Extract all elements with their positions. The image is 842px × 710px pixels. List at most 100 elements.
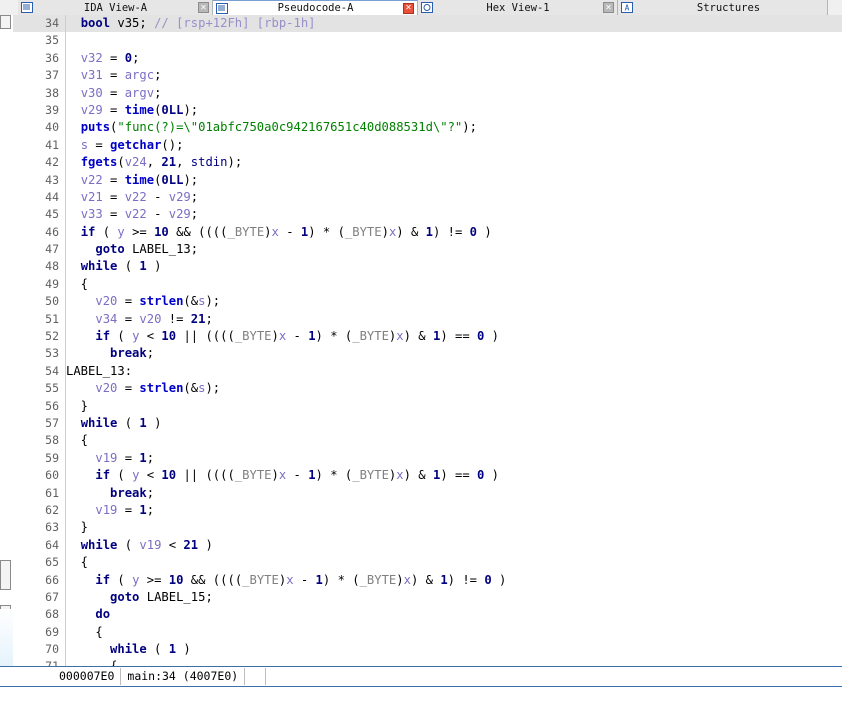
code-line[interactable]: if ( y < 10 || ((((_BYTE)x - 1) * (_BYTE… xyxy=(66,467,842,484)
code-line[interactable]: } xyxy=(66,398,842,415)
code-token: 1 xyxy=(139,415,147,430)
pseudocode-editor[interactable]: 34 35 36 37 38 39 40 41 42 43 44 45 46 47 48 49 50 51 52 53… xyxy=(13,15,842,676)
code-line[interactable]: v31 = argc; xyxy=(66,67,842,84)
code-token: v22 xyxy=(80,172,103,187)
tab-label: IDA View-A xyxy=(83,1,148,14)
code-line[interactable]: v19 = 1; xyxy=(66,450,842,467)
code-token: = xyxy=(117,450,140,465)
code-token: 1 xyxy=(315,572,323,587)
code-line[interactable]: v30 = argv; xyxy=(66,85,842,102)
close-icon[interactable]: ✕ xyxy=(603,2,614,13)
code-token: v19 xyxy=(139,537,162,552)
code-line[interactable]: while ( v19 < 21 ) xyxy=(66,537,842,554)
code-line[interactable]: goto LABEL_13; xyxy=(66,241,842,258)
hex-icon xyxy=(421,2,433,13)
code-line[interactable]: v34 = v20 != 21; xyxy=(66,311,842,328)
code-token: x xyxy=(286,572,294,587)
line-number: 39 xyxy=(45,102,59,117)
code-line[interactable]: if ( y >= 10 && ((((_BYTE)x - 1) * (_BYT… xyxy=(66,224,842,241)
code-line[interactable]: LABEL_13: xyxy=(66,363,842,380)
code-token: v29 xyxy=(168,189,191,204)
code-token: ) & xyxy=(410,572,441,587)
code-token: , xyxy=(146,155,162,170)
code-token: 1 xyxy=(440,572,448,587)
code-line[interactable]: { xyxy=(66,432,842,449)
line-number-gutter: 34 35 36 37 38 39 40 41 42 43 44 45 46 47 48 49 50 51 52 53… xyxy=(13,15,66,676)
code-token: _BYTE xyxy=(352,468,389,483)
code-line[interactable]: } xyxy=(66,519,842,536)
left-navigator-strip[interactable] xyxy=(0,15,14,687)
code-area[interactable]: bool v35; // [rsp+12Fh] [rbp-1h] v32 = 0… xyxy=(66,15,842,676)
code-line[interactable]: while ( 1 ) xyxy=(66,415,842,432)
code-line[interactable]: v20 = strlen(&s); xyxy=(66,380,842,397)
code-line[interactable]: if ( y >= 10 && ((((_BYTE)x - 1) * (_BYT… xyxy=(66,572,842,589)
code-line[interactable]: v33 = v22 - v29; xyxy=(66,206,842,223)
code-token: x xyxy=(403,572,411,587)
code-line[interactable] xyxy=(66,32,842,49)
code-token: v22 xyxy=(124,207,147,222)
code-token: = xyxy=(102,207,125,222)
code-token: x xyxy=(271,224,279,239)
code-line[interactable]: while ( 1 ) xyxy=(66,258,842,275)
code-token: while xyxy=(110,642,147,657)
status-bar-lead xyxy=(0,667,53,686)
code-line[interactable]: { xyxy=(66,624,842,641)
code-line[interactable]: v20 = strlen(&s); xyxy=(66,293,842,310)
line-number: 41 xyxy=(45,137,59,152)
code-token: - xyxy=(146,189,169,204)
code-token: >= xyxy=(124,224,155,239)
code-token: = xyxy=(102,50,125,65)
code-token: v35; xyxy=(110,16,155,30)
code-token: v19 xyxy=(95,502,118,517)
status-location: main:34 (4007E0) xyxy=(121,668,246,685)
code-line[interactable]: v21 = v22 - v29; xyxy=(66,189,842,206)
code-line[interactable]: v29 = time(0LL); xyxy=(66,102,842,119)
code-token: if xyxy=(80,224,96,239)
tab-hex-view-1[interactable]: Hex View-1 ✕ xyxy=(418,0,618,15)
code-line[interactable]: if ( y < 10 || ((((_BYTE)x - 1) * (_BYTE… xyxy=(66,328,842,345)
tab-structures[interactable]: A Structures xyxy=(618,0,828,15)
code-line[interactable]: v32 = 0; xyxy=(66,50,842,67)
code-token: (); xyxy=(161,137,184,152)
document-icon xyxy=(216,2,228,14)
close-icon-red[interactable]: ✕ xyxy=(403,2,414,14)
code-line[interactable]: break; xyxy=(66,485,842,502)
code-token: ); xyxy=(205,381,221,396)
code-token: LABEL_13: xyxy=(66,363,133,378)
code-line[interactable]: do xyxy=(66,606,842,623)
code-line[interactable]: goto LABEL_15; xyxy=(66,589,842,606)
code-line[interactable]: { xyxy=(66,554,842,571)
code-line[interactable]: while ( 1 ) xyxy=(66,641,842,658)
tab-pseudocode-a[interactable]: Pseudocode-A ✕ xyxy=(213,0,418,15)
code-token: || (((( xyxy=(176,329,235,344)
status-offset: 000007E0 xyxy=(53,668,122,685)
code-token: = xyxy=(102,172,125,187)
code-token: { xyxy=(66,276,89,291)
code-token: ) != xyxy=(432,224,470,239)
tab-ida-view-a[interactable]: IDA View-A ✕ xyxy=(18,0,213,15)
close-icon[interactable]: ✕ xyxy=(198,2,209,13)
code-token: ( xyxy=(110,468,133,483)
code-line[interactable]: { xyxy=(66,276,842,293)
code-token: break xyxy=(110,346,147,361)
code-line[interactable]: break; xyxy=(66,345,842,362)
code-line[interactable]: v19 = 1; xyxy=(66,502,842,519)
code-token: do xyxy=(95,607,111,622)
code-token: ) xyxy=(477,224,492,239)
code-line[interactable]: puts("func(?)=\"01abfc750a0c942167651c40… xyxy=(66,119,842,136)
code-line[interactable]: fgets(v24, 21, stdin); xyxy=(66,154,842,171)
code-line[interactable]: s = getchar(); xyxy=(66,137,842,154)
code-token: ( xyxy=(95,224,118,239)
code-token: while xyxy=(80,259,118,274)
code-line[interactable]: bool v35; // [rsp+12Fh] [rbp-1h] xyxy=(66,15,842,33)
code-token: ; xyxy=(190,242,199,257)
code-line[interactable]: v22 = time(0LL); xyxy=(66,172,842,189)
code-token: v24 xyxy=(124,155,147,170)
code-token: s xyxy=(80,137,89,152)
